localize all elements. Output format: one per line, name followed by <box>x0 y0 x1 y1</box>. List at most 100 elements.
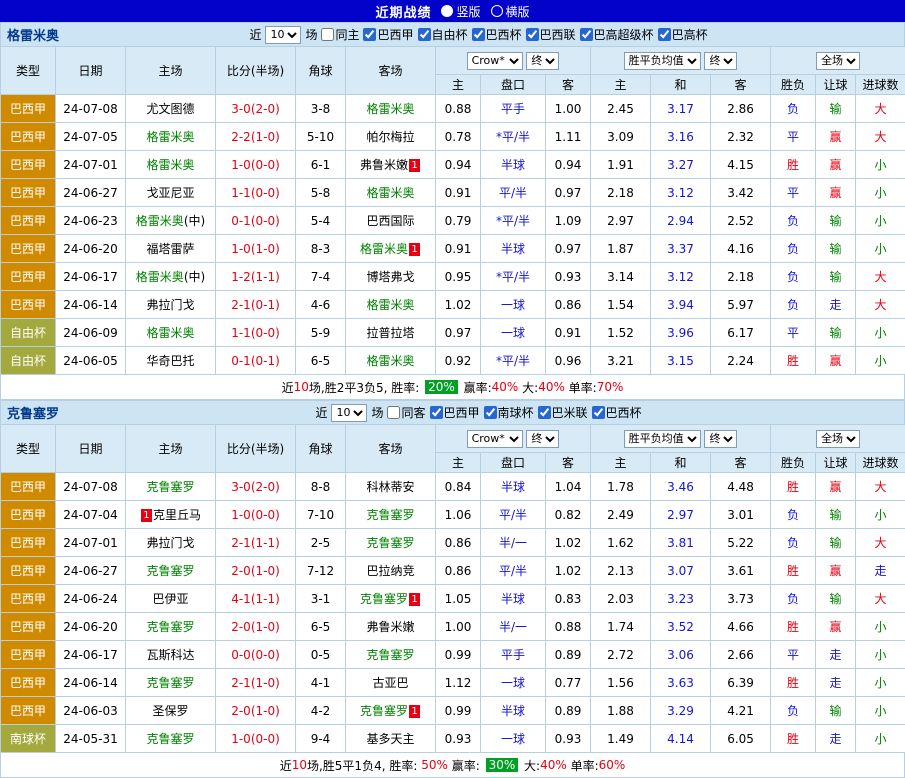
league-cell: 巴西甲 <box>1 95 56 123</box>
layout-horizontal-radio[interactable]: 横版 <box>491 3 530 20</box>
same-venue-checkbox-label: 同客 <box>401 404 425 421</box>
layout-vertical-radio[interactable]: 竖版 <box>441 3 480 20</box>
goals-result-cell: 小 <box>856 669 905 697</box>
team-name: 福塔雷萨 <box>146 242 194 256</box>
handicap-result-cell: 走 <box>816 725 856 753</box>
summary-segment: 大: <box>520 757 540 774</box>
league-checkbox-2[interactable]: 巴米联 <box>538 404 588 421</box>
league-checkbox-1[interactable]: 自由杯 <box>418 26 468 43</box>
bookmaker-select[interactable]: Crow* <box>467 430 523 448</box>
bookmaker-select[interactable]: Crow* <box>467 52 523 70</box>
team-name: 克鲁塞罗 <box>360 592 408 606</box>
league-cell: 巴西甲 <box>1 669 56 697</box>
league-checkbox-3[interactable]: 巴西联 <box>526 26 576 43</box>
match-count-select[interactable]: 10 <box>265 26 301 44</box>
same-venue-checkbox-box[interactable] <box>387 406 400 419</box>
date-cell: 24-07-08 <box>56 473 126 501</box>
europe-away-odds: 3.61 <box>711 557 771 585</box>
europe-final-select[interactable]: 终 <box>704 430 737 448</box>
corner-cell: 8-8 <box>296 473 346 501</box>
league-checkbox-0-box[interactable] <box>363 28 376 41</box>
europe-away-odds: 4.48 <box>711 473 771 501</box>
goals-result-cell: 大 <box>856 473 905 501</box>
home-team-cell: 格雷米奥(中) <box>126 207 216 235</box>
page-title: 近期战绩 <box>375 2 431 21</box>
league-checkbox-1-box[interactable] <box>484 406 497 419</box>
goals-result-cell: 小 <box>856 319 905 347</box>
handicap-result-cell: 赢 <box>816 151 856 179</box>
league-checkbox-0[interactable]: 巴西甲 <box>363 26 413 43</box>
league-checkbox-0[interactable]: 巴西甲 <box>430 404 480 421</box>
europe-home-odds: 1.56 <box>591 669 651 697</box>
result-cols-header: 全场 <box>771 47 905 75</box>
league-cell: 巴西甲 <box>1 557 56 585</box>
header-col-away: 客场 <box>346 425 436 473</box>
away-team-cell: 帕尔梅拉 <box>346 123 436 151</box>
date-cell: 24-06-27 <box>56 557 126 585</box>
home-team-cell: 格雷米奥 <box>126 151 216 179</box>
europe-avg-select[interactable]: 胜平负均值 <box>624 430 701 448</box>
subheader-1: 盘口 <box>481 453 546 473</box>
corner-cell: 5-8 <box>296 179 346 207</box>
header-col-away: 客场 <box>346 47 436 95</box>
same-venue-checkbox-box[interactable] <box>321 28 334 41</box>
europe-draw-odds: 3.27 <box>651 151 711 179</box>
team-name: 格雷米奥 <box>136 270 184 284</box>
result-cols-header: 全场 <box>771 425 905 453</box>
league-checkbox-5[interactable]: 巴高杯 <box>658 26 708 43</box>
date-cell: 24-07-01 <box>56 151 126 179</box>
europe-final-select[interactable]: 终 <box>704 52 737 70</box>
match-count-select[interactable]: 10 <box>331 404 367 422</box>
league-checkbox-4-box[interactable] <box>580 28 593 41</box>
league-checkbox-3-label: 巴西杯 <box>606 404 642 421</box>
league-checkbox-5-box[interactable] <box>658 28 671 41</box>
corner-cell: 4-1 <box>296 669 346 697</box>
result-cell: 胜 <box>771 347 816 375</box>
layout-horizontal-label: 横版 <box>506 3 530 20</box>
date-cell: 24-07-01 <box>56 529 126 557</box>
team-name: 格雷米奥 <box>146 326 194 340</box>
away-team-cell: 格雷米奥 <box>346 347 436 375</box>
asian-home-odds: 0.88 <box>436 95 481 123</box>
fulltime-select[interactable]: 全场 <box>816 430 860 448</box>
asian-home-odds: 0.86 <box>436 529 481 557</box>
league-checkbox-0-box[interactable] <box>430 406 443 419</box>
league-checkbox-1[interactable]: 南球杯 <box>484 404 534 421</box>
asian-handicap: 一球 <box>481 725 546 753</box>
home-team-cell: 克鲁塞罗 <box>126 669 216 697</box>
asian-handicap: 平/半 <box>481 557 546 585</box>
league-checkbox-3[interactable]: 巴西杯 <box>592 404 642 421</box>
asian-final-select[interactable]: 终 <box>526 430 559 448</box>
league-checkbox-2[interactable]: 巴西杯 <box>472 26 522 43</box>
asian-handicap: 半/一 <box>481 529 546 557</box>
europe-avg-select[interactable]: 胜平负均值 <box>624 52 701 70</box>
league-checkbox-3-box[interactable] <box>592 406 605 419</box>
league-checkbox-4[interactable]: 巴高超级杯 <box>580 26 654 43</box>
fulltime-select[interactable]: 全场 <box>816 52 860 70</box>
results-table: 类型日期主场比分(半场)角球客场Crow* 终胜平负均值 终全场主盘口客主和客胜… <box>0 424 905 753</box>
goals-result-cell: 小 <box>856 347 905 375</box>
away-team-cell: 弗鲁米嫩1 <box>346 151 436 179</box>
same-venue-checkbox[interactable]: 同主 <box>321 26 359 43</box>
asian-away-odds: 1.02 <box>546 529 591 557</box>
score-cell: 4-1(1-1) <box>216 585 296 613</box>
league-checkbox-2-box[interactable] <box>472 28 485 41</box>
asian-final-select[interactable]: 终 <box>526 52 559 70</box>
team-name: 克鲁塞罗 <box>146 676 194 690</box>
team-name: 克鲁塞罗 <box>146 564 194 578</box>
corner-cell: 5-9 <box>296 319 346 347</box>
date-cell: 24-06-27 <box>56 179 126 207</box>
league-checkbox-3-box[interactable] <box>526 28 539 41</box>
team-name: 华奇巴托 <box>146 354 194 368</box>
league-checkbox-1-box[interactable] <box>418 28 431 41</box>
same-venue-checkbox[interactable]: 同客 <box>387 404 425 421</box>
europe-away-odds: 2.32 <box>711 123 771 151</box>
team-name: 古亚巴 <box>372 676 408 690</box>
away-team-cell: 基多天主 <box>346 725 436 753</box>
league-checkbox-2-box[interactable] <box>538 406 551 419</box>
handicap-result-cell: 赢 <box>816 557 856 585</box>
europe-draw-odds: 3.15 <box>651 347 711 375</box>
asian-away-odds: 1.09 <box>546 207 591 235</box>
handicap-result-cell: 输 <box>816 95 856 123</box>
result-cell: 负 <box>771 529 816 557</box>
